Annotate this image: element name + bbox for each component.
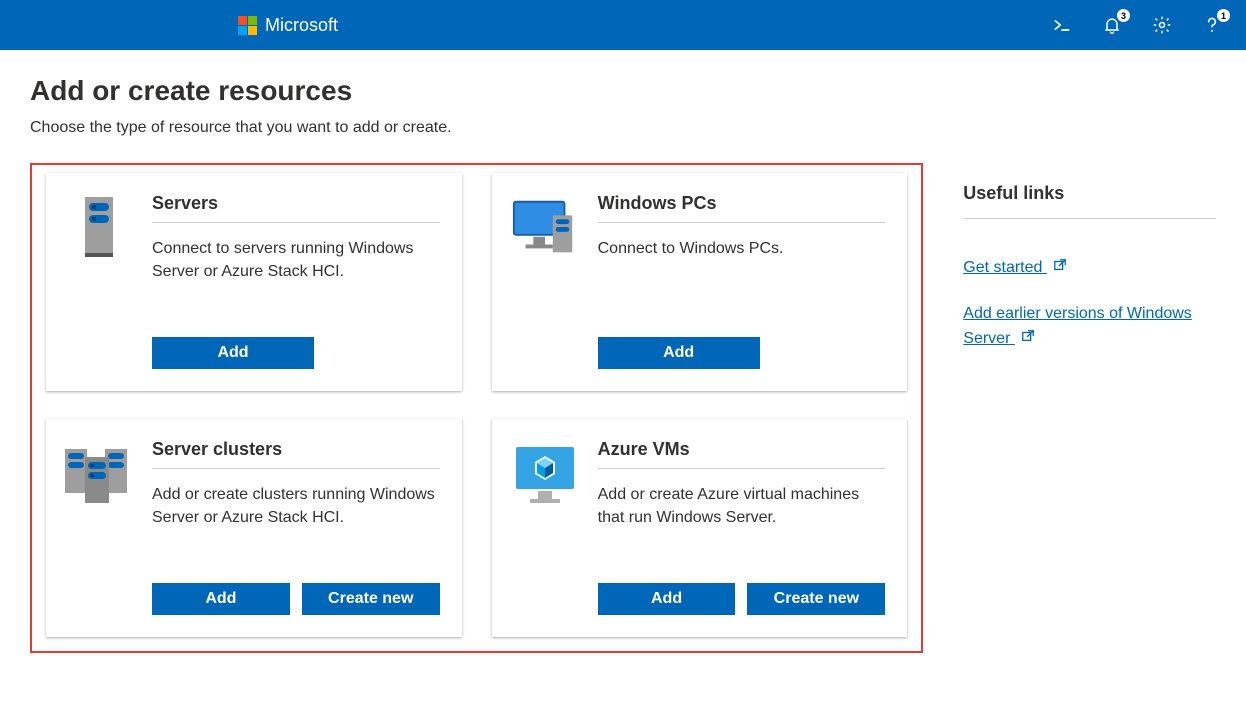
sidebar-title: Useful links (963, 183, 1216, 219)
topbar-actions: 3 1 (1050, 13, 1230, 37)
pc-icon (510, 193, 580, 369)
create-new-button[interactable]: Create new (747, 583, 885, 615)
gear-icon (1152, 15, 1172, 35)
card-servers: Servers Connect to servers running Windo… (46, 173, 462, 391)
card-desc: Connect to Windows PCs. (598, 237, 886, 319)
notifications-button[interactable]: 3 (1100, 13, 1124, 37)
add-button[interactable]: Add (152, 337, 314, 369)
page: Add or create resources Choose the type … (0, 50, 1246, 678)
card-title: Server clusters (152, 439, 440, 469)
server-cluster-icon (64, 439, 134, 615)
card-title: Windows PCs (598, 193, 886, 223)
link-label: Add earlier versions of Windows Server (963, 305, 1192, 348)
settings-button[interactable] (1150, 13, 1174, 37)
add-button[interactable]: Add (598, 337, 760, 369)
card-title: Azure VMs (598, 439, 886, 469)
server-icon (64, 193, 134, 369)
card-title: Servers (152, 193, 440, 223)
create-new-button[interactable]: Create new (302, 583, 440, 615)
link-get-started[interactable]: Get started (963, 259, 1047, 276)
card-desc: Add or create clusters running Windows S… (152, 483, 440, 565)
help-button[interactable]: 1 (1200, 13, 1224, 37)
brand: Microsoft (238, 15, 338, 36)
link-earlier-windows-server[interactable]: Add earlier versions of Windows Server (963, 305, 1192, 348)
notifications-badge: 3 (1117, 9, 1130, 22)
microsoft-logo-icon (238, 16, 257, 35)
useful-links-panel: Useful links Get started Add earlier ver… (963, 163, 1216, 372)
link-label: Get started (963, 259, 1042, 276)
top-bar: Microsoft 3 1 (0, 0, 1246, 50)
card-azure-vms: Azure VMs Add or create Azure virtual ma… (492, 419, 908, 637)
help-badge: 1 (1217, 9, 1230, 22)
card-desc: Add or create Azure virtual machines tha… (598, 483, 886, 565)
add-button[interactable]: Add (598, 583, 736, 615)
page-subtitle: Choose the type of resource that you wan… (30, 119, 1216, 137)
external-link-icon (1021, 329, 1035, 348)
cloud-shell-button[interactable] (1050, 13, 1074, 37)
card-server-clusters: Server clusters Add or create clusters r… (46, 419, 462, 637)
card-windows-pcs: Windows PCs Connect to Windows PCs. Add (492, 173, 908, 391)
terminal-icon (1052, 15, 1072, 35)
page-title: Add or create resources (30, 75, 1216, 107)
azure-vm-icon (510, 439, 580, 615)
external-link-icon (1053, 258, 1067, 277)
card-desc: Connect to servers running Windows Serve… (152, 237, 440, 319)
resource-cards-highlight: Servers Connect to servers running Windo… (30, 163, 923, 653)
brand-text: Microsoft (265, 15, 338, 36)
add-button[interactable]: Add (152, 583, 290, 615)
